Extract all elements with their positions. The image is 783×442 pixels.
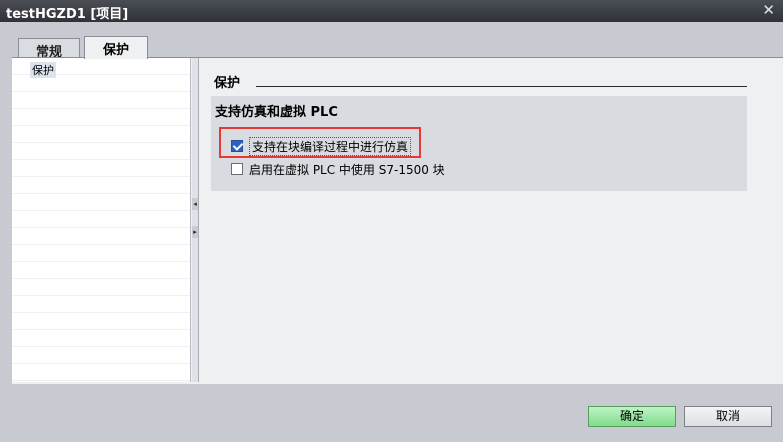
tab-protection[interactable]: 保护 xyxy=(84,36,148,59)
virtual-plc-label: 启用在虚拟 PLC 中使用 S7-1500 块 xyxy=(249,162,445,177)
tab-bar: 常规 保护 xyxy=(0,22,783,60)
virtual-plc-option[interactable]: 启用在虚拟 PLC 中使用 S7-1500 块 xyxy=(231,161,445,177)
close-icon[interactable]: ✕ xyxy=(762,1,775,19)
ok-button[interactable]: 确定 xyxy=(588,406,676,427)
collapse-left-icon[interactable]: ◂ xyxy=(192,198,198,210)
highlight-box xyxy=(219,127,421,158)
expand-right-icon[interactable]: ▸ xyxy=(192,226,198,238)
navigation-pane: 保护 xyxy=(12,58,191,382)
properties-content: 保护 ◂ ▸ 保护 支持仿真和虚拟 PLC 支持在块编译过程中进行仿真 启用在虚… xyxy=(12,58,783,384)
title-bar: testHGZD1 [项目] ✕ xyxy=(0,0,783,22)
dialog-footer: 确定 取消 xyxy=(0,384,783,442)
window-title: testHGZD1 [项目] xyxy=(6,7,129,22)
detail-pane: 保护 支持仿真和虚拟 PLC 支持在块编译过程中进行仿真 启用在虚拟 PLC 中… xyxy=(200,58,783,382)
pane-splitter[interactable]: ◂ ▸ xyxy=(192,58,199,382)
group-title: 支持仿真和虚拟 PLC xyxy=(215,105,338,120)
tab-general[interactable]: 常规 xyxy=(18,38,80,60)
section-title: 保护 xyxy=(214,76,241,91)
nav-item-protection[interactable]: 保护 xyxy=(30,62,56,78)
cancel-button[interactable]: 取消 xyxy=(684,406,772,427)
virtual-plc-checkbox[interactable] xyxy=(231,163,243,175)
section-divider xyxy=(256,86,747,87)
